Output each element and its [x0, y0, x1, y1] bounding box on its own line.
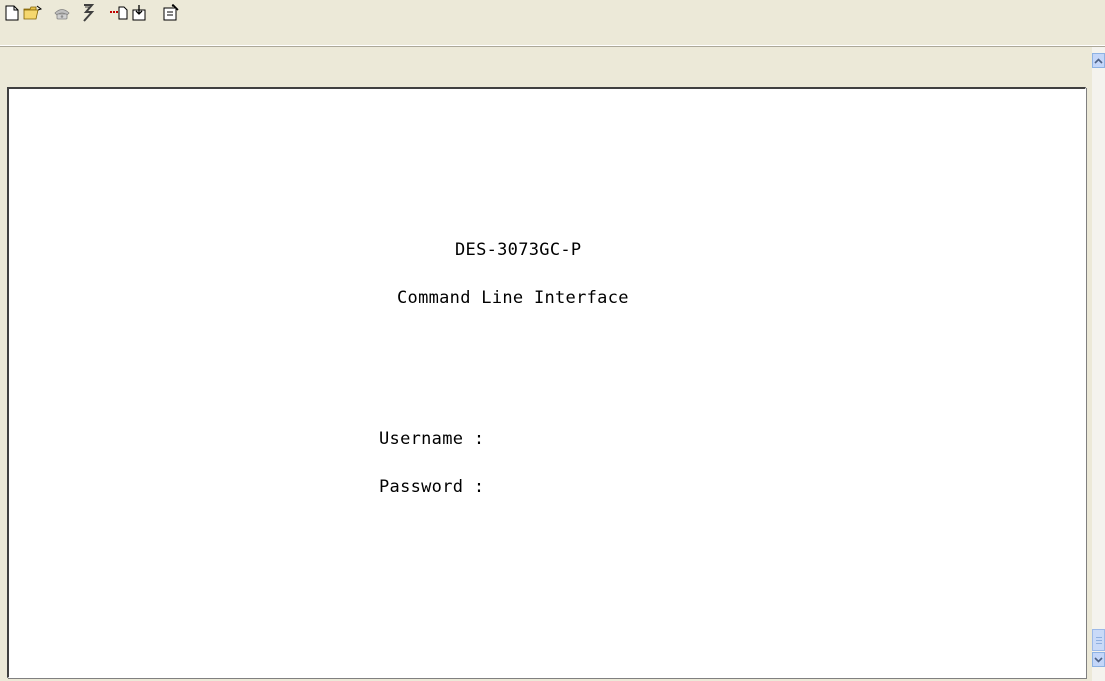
disconnect-icon[interactable]	[77, 2, 99, 24]
cli-subtitle: Command Line Interface	[397, 288, 629, 308]
terminal-client-area: DES-3073GC-P Command Line Interface User…	[0, 47, 1105, 681]
send-icon[interactable]	[108, 2, 130, 24]
scroll-up-arrow-icon[interactable]	[1092, 53, 1105, 68]
scroll-thumb[interactable]	[1092, 629, 1105, 651]
receive-icon[interactable]	[129, 2, 151, 24]
open-folder-icon[interactable]	[22, 2, 44, 24]
connect-phone-icon[interactable]	[51, 2, 73, 24]
new-document-icon[interactable]	[1, 2, 23, 24]
properties-icon[interactable]	[160, 2, 182, 24]
password-prompt: Password :	[379, 477, 485, 497]
terminal-screen[interactable]: DES-3073GC-P Command Line Interface User…	[7, 87, 1086, 678]
toolbar	[0, 0, 1105, 47]
username-prompt: Username :	[379, 429, 485, 449]
scroll-down-arrow-icon[interactable]	[1092, 652, 1105, 667]
device-name: DES-3073GC-P	[455, 240, 582, 260]
vertical-scrollbar[interactable]	[1092, 47, 1105, 681]
